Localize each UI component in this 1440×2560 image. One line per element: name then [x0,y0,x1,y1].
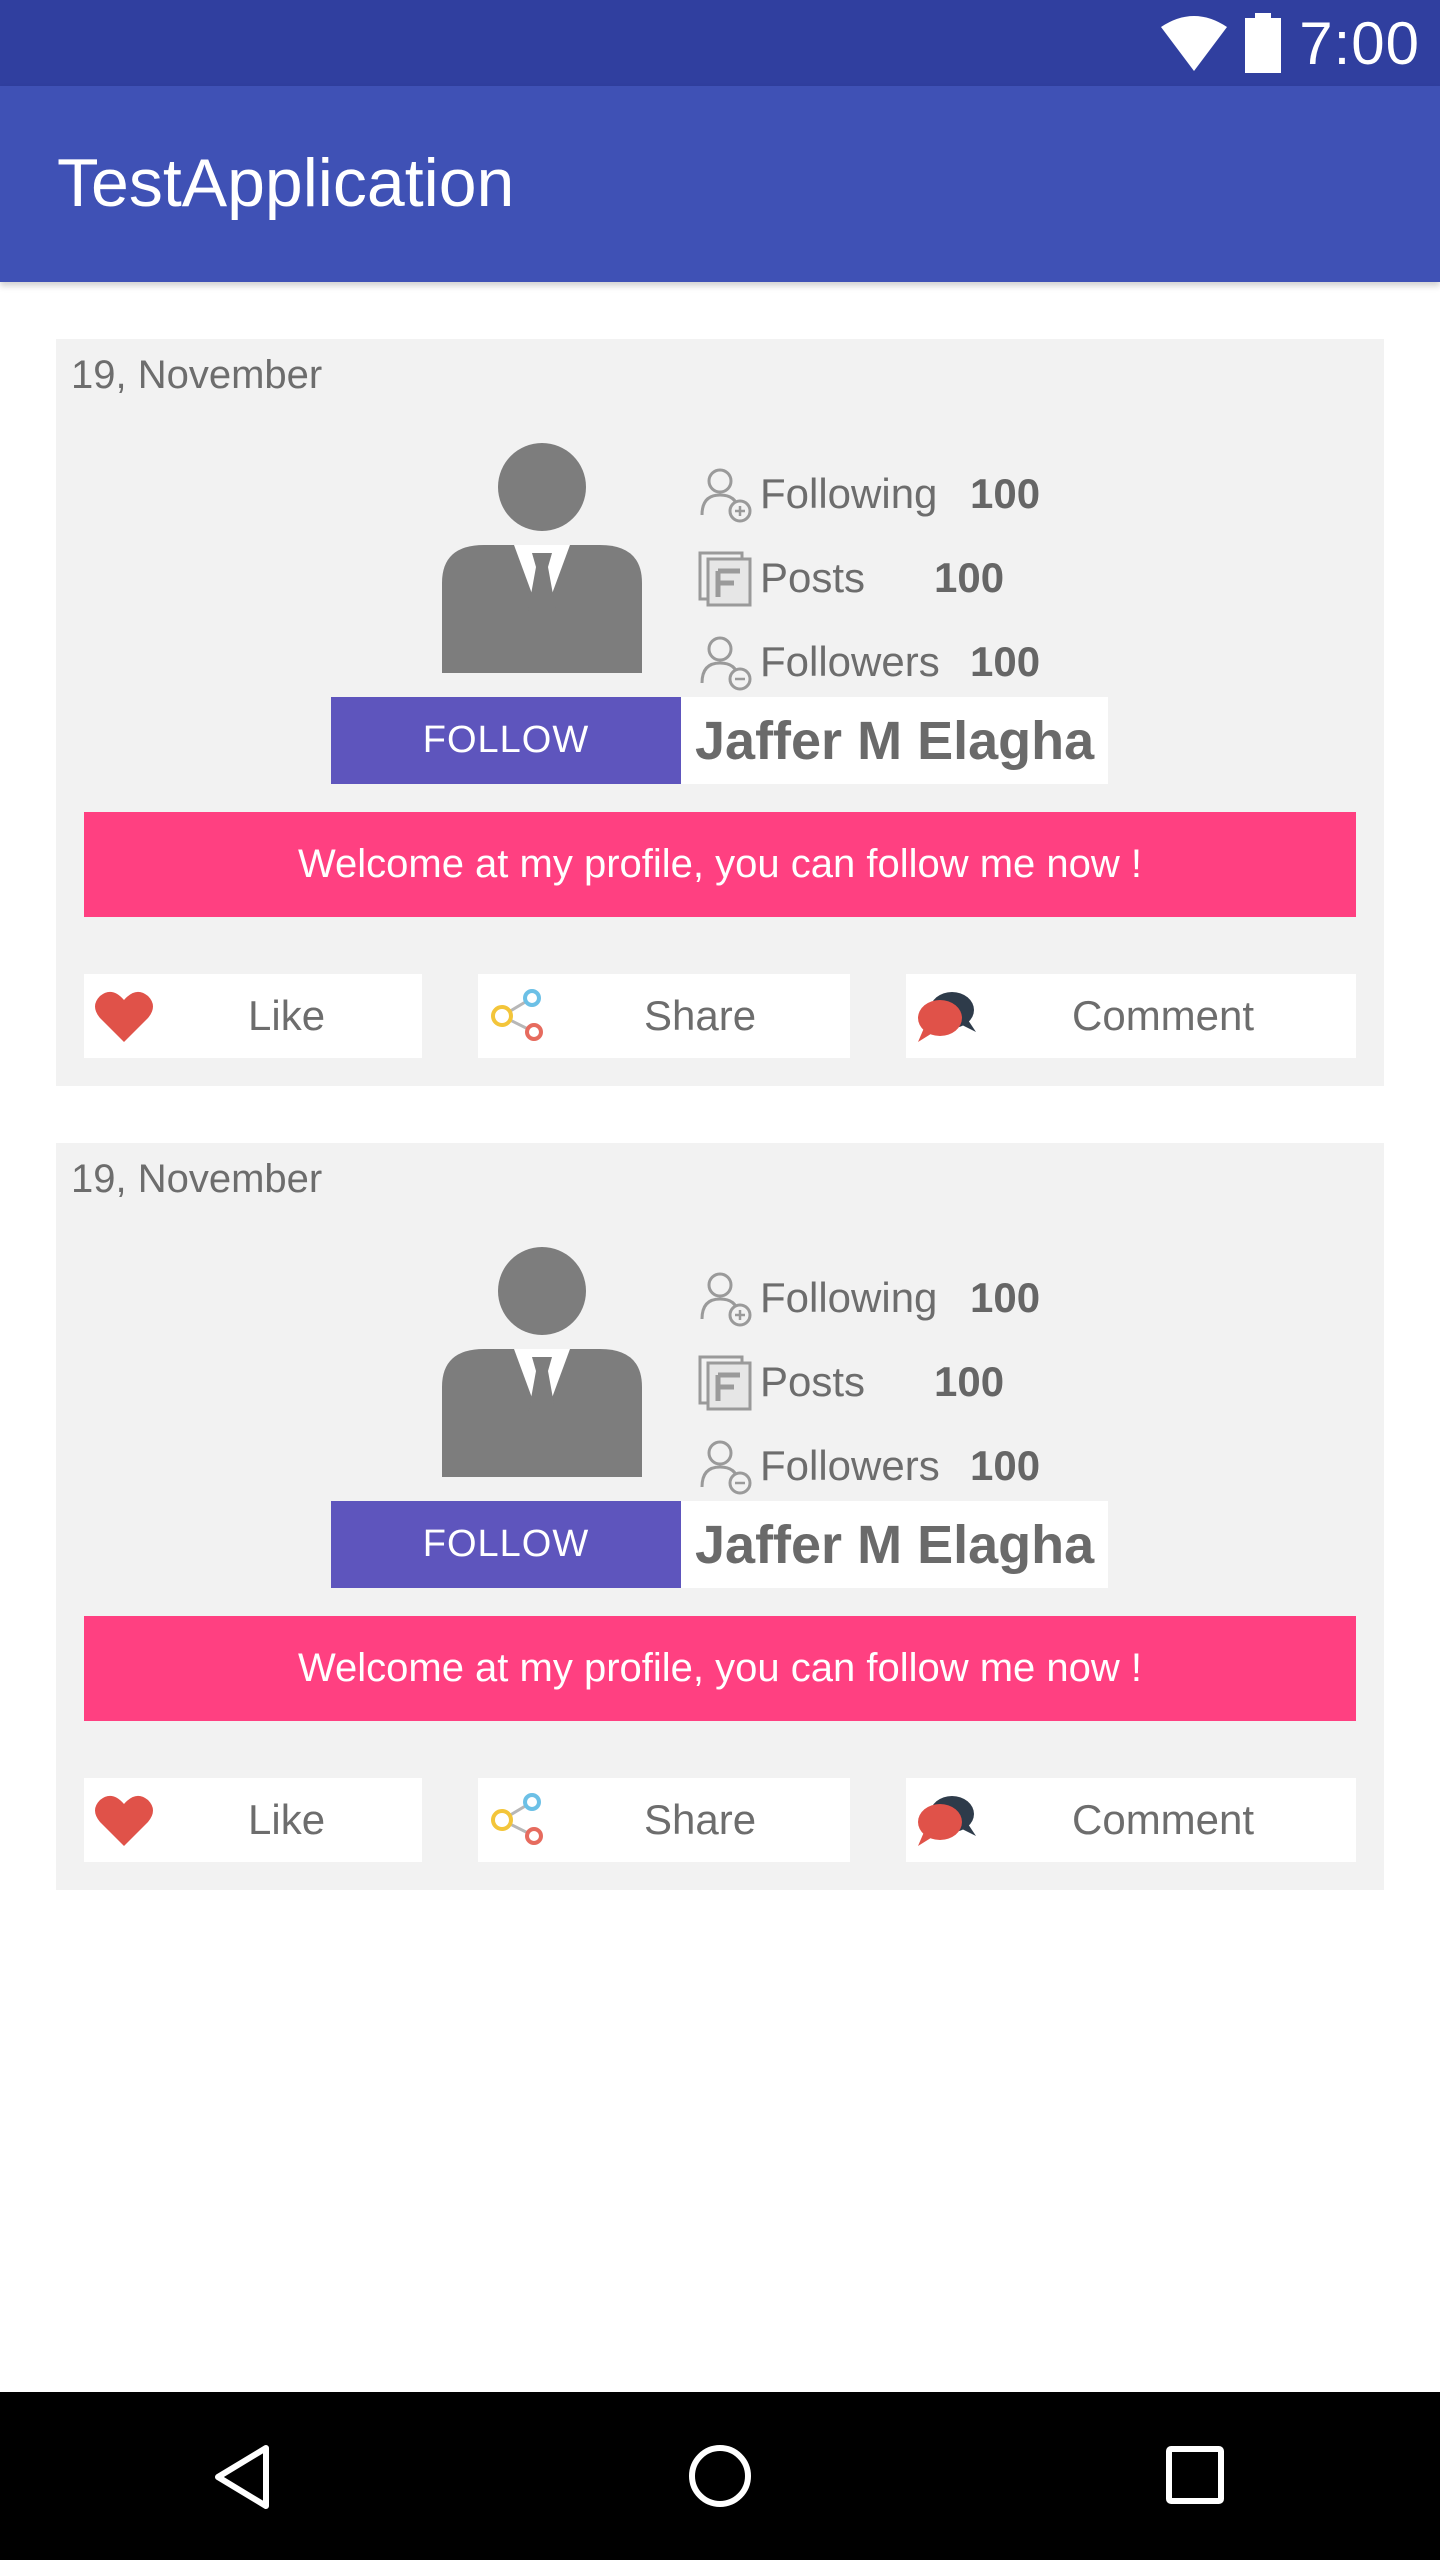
stat-value: 100 [970,1442,1041,1489]
avatar-icon [442,1247,642,1477]
comment-icon [918,992,976,1042]
followers-icon [700,636,752,691]
stat-posts: Posts 100 [696,1347,1004,1417]
posts-icon [698,551,752,607]
status-bar: 7:00 [0,0,1440,86]
comment-label: Comment [1072,992,1255,1039]
battery-icon [1245,13,1282,73]
stat-value: 100 [970,470,1041,517]
stat-value: 100 [970,638,1041,685]
like-button[interactable]: Like [84,974,422,1058]
recents-icon[interactable] [1164,2444,1226,2506]
share-button[interactable]: Share [478,974,850,1058]
home-icon[interactable] [686,2442,754,2510]
wifi-icon [1161,16,1228,71]
post-card: 19, November Following 100 Posts 100 Fol… [56,1143,1384,1890]
stat-following: Following 100 [696,1263,1040,1333]
stat-label: Posts [760,554,866,601]
share-label: Share [644,1796,757,1843]
stat-value: 100 [934,1358,1005,1405]
like-label: Like [248,992,326,1039]
stat-label: Followers [760,638,940,685]
stat-label: Posts [760,1358,866,1405]
stat-value: 100 [934,554,1005,601]
heart-icon [95,991,153,1042]
welcome-banner: Welcome at my profile, you can follow me… [84,812,1356,917]
welcome-banner: Welcome at my profile, you can follow me… [84,1616,1356,1721]
stat-label: Following [760,470,938,517]
app-title: TestApplication [57,145,515,221]
comment-label: Comment [1072,1796,1255,1843]
stat-value: 100 [970,1274,1041,1321]
following-icon [700,1272,752,1327]
stat-followers: Followers 100 [696,1431,1040,1501]
comment-icon [918,1796,976,1846]
post-card: 19, November Following 100 Posts 100 Fol… [56,339,1384,1086]
status-icons: 7:00 [1161,0,1420,86]
avatar-icon [442,443,642,673]
share-icon [491,989,543,1041]
share-label: Share [644,992,757,1039]
post-date: 19, November [71,1157,323,1201]
stat-label: Followers [760,1442,940,1489]
followers-icon [700,1440,752,1495]
share-button[interactable]: Share [478,1778,850,1862]
profile-name: Jaffer M Elagha [681,1501,1108,1588]
share-icon [491,1793,543,1845]
follow-button[interactable]: FOLLOW [331,697,681,784]
profile-name: Jaffer M Elagha [681,697,1108,784]
stat-following: Following 100 [696,459,1040,529]
heart-icon [95,1795,153,1846]
app-bar: TestApplication [0,86,1440,282]
following-icon [700,468,752,523]
stat-followers: Followers 100 [696,627,1040,697]
back-icon[interactable] [208,2442,278,2512]
status-time: 7:00 [1299,9,1420,77]
follow-button[interactable]: FOLLOW [331,1501,681,1588]
comment-button[interactable]: Comment [906,1778,1356,1862]
navigation-bar [0,2392,1440,2560]
post-date: 19, November [71,353,323,397]
comment-button[interactable]: Comment [906,974,1356,1058]
stat-posts: Posts 100 [696,543,1004,613]
like-label: Like [248,1796,326,1843]
posts-icon [698,1355,752,1411]
stat-label: Following [760,1274,938,1321]
like-button[interactable]: Like [84,1778,422,1862]
